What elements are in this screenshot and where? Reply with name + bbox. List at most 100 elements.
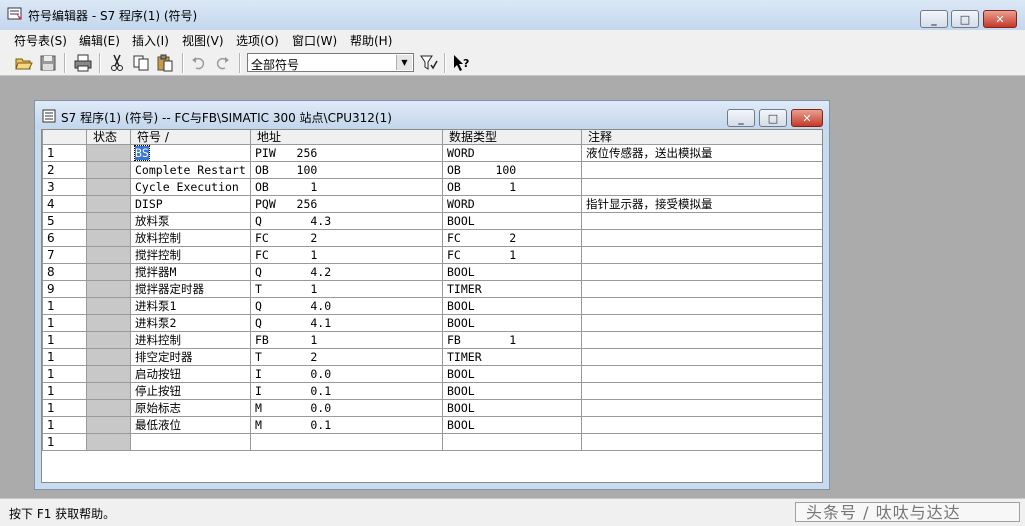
data-type-cell[interactable]: TIMER bbox=[442, 280, 582, 298]
selected-symbol-text[interactable]: BS bbox=[134, 145, 150, 161]
status-cell[interactable] bbox=[86, 314, 131, 332]
table-row[interactable]: 1 停止按钮 I 0.1 BOOL bbox=[42, 382, 822, 400]
symbol-cell[interactable]: 启动按钮 bbox=[130, 365, 251, 383]
row-number-cell[interactable]: 2 bbox=[42, 161, 87, 179]
table-row[interactable]: 6 放料控制 FC 2 FC 2 bbox=[42, 229, 822, 247]
symbol-cell[interactable] bbox=[130, 433, 251, 451]
menu-symbol-table[interactable]: 符号表(S) bbox=[14, 32, 67, 49]
symbol-cell[interactable]: 进料泵2 bbox=[130, 314, 251, 332]
address-cell[interactable]: FB 1 bbox=[250, 331, 443, 349]
status-cell[interactable] bbox=[86, 348, 131, 366]
row-number-cell[interactable]: 1 bbox=[42, 331, 87, 349]
address-cell[interactable]: T 2 bbox=[250, 348, 443, 366]
data-type-cell[interactable]: OB 100 bbox=[442, 161, 582, 179]
data-type-cell[interactable]: FB 1 bbox=[442, 331, 582, 349]
status-cell[interactable] bbox=[86, 263, 131, 281]
status-cell[interactable] bbox=[86, 195, 131, 213]
data-type-cell[interactable]: BOOL bbox=[442, 297, 582, 315]
symbol-cell[interactable]: 进料控制 bbox=[130, 331, 251, 349]
status-cell[interactable] bbox=[86, 280, 131, 298]
column-header-comment[interactable]: 注释 bbox=[581, 130, 822, 145]
comment-cell[interactable] bbox=[581, 365, 822, 383]
child-minimize-button[interactable]: _ bbox=[727, 109, 755, 127]
menu-help[interactable]: 帮助(H) bbox=[350, 32, 392, 49]
child-maximize-button[interactable]: □ bbox=[759, 109, 787, 127]
menu-view[interactable]: 视图(V) bbox=[182, 32, 224, 49]
address-cell[interactable]: Q 4.3 bbox=[250, 212, 443, 230]
row-number-cell[interactable]: 1 bbox=[42, 416, 87, 434]
address-cell[interactable]: Q 4.2 bbox=[250, 263, 443, 281]
data-type-cell[interactable]: BOOL bbox=[442, 314, 582, 332]
symbol-cell[interactable]: 原始标志 bbox=[130, 399, 251, 417]
child-title-bar[interactable]: S7 程序(1) (符号) -- FC与FB\SIMATIC 300 站点\CP… bbox=[35, 101, 829, 129]
table-row[interactable]: 8 搅拌器M Q 4.2 BOOL bbox=[42, 263, 822, 281]
data-type-cell[interactable]: FC 1 bbox=[442, 246, 582, 264]
table-row[interactable]: 9 搅拌器定时器 T 1 TIMER bbox=[42, 280, 822, 298]
comment-cell[interactable] bbox=[581, 161, 822, 179]
table-row[interactable]: 1 进料泵2 Q 4.1 BOOL bbox=[42, 314, 822, 332]
copy-icon[interactable] bbox=[131, 53, 151, 73]
comment-cell[interactable] bbox=[581, 433, 822, 451]
row-number-cell[interactable]: 3 bbox=[42, 178, 87, 196]
close-button[interactable]: ✕ bbox=[983, 10, 1017, 28]
row-number-cell[interactable]: 1 bbox=[42, 399, 87, 417]
row-number-cell[interactable]: 6 bbox=[42, 229, 87, 247]
comment-cell[interactable] bbox=[581, 416, 822, 434]
status-cell[interactable] bbox=[86, 178, 131, 196]
paste-icon[interactable] bbox=[155, 53, 175, 73]
row-number-cell[interactable]: 1 bbox=[42, 314, 87, 332]
data-type-cell[interactable]: WORD bbox=[442, 195, 582, 213]
symbol-cell[interactable]: 停止按钮 bbox=[130, 382, 251, 400]
symbol-cell[interactable]: 最低液位 bbox=[130, 416, 251, 434]
address-cell[interactable]: Q 4.1 bbox=[250, 314, 443, 332]
table-row[interactable]: 2 Complete Restart OB 100 OB 100 bbox=[42, 161, 822, 179]
table-row[interactable]: 1 最低液位 M 0.1 BOOL bbox=[42, 416, 822, 434]
status-cell[interactable] bbox=[86, 161, 131, 179]
menu-insert[interactable]: 插入(I) bbox=[132, 32, 169, 49]
comment-cell[interactable] bbox=[581, 263, 822, 281]
address-cell[interactable]: PQW 256 bbox=[250, 195, 443, 213]
data-type-cell[interactable]: BOOL bbox=[442, 399, 582, 417]
data-type-cell[interactable] bbox=[442, 433, 582, 451]
symbol-cell[interactable]: 放料泵 bbox=[130, 212, 251, 230]
status-cell[interactable] bbox=[86, 246, 131, 264]
status-cell[interactable] bbox=[86, 382, 131, 400]
symbol-cell[interactable]: 搅拌器定时器 bbox=[130, 280, 251, 298]
table-row[interactable]: 1 启动按钮 I 0.0 BOOL bbox=[42, 365, 822, 383]
table-row[interactable]: 5 放料泵 Q 4.3 BOOL bbox=[42, 212, 822, 230]
open-icon[interactable] bbox=[14, 53, 34, 73]
column-header-data-type[interactable]: 数据类型 bbox=[442, 130, 582, 145]
row-number-cell[interactable]: 1 bbox=[42, 433, 87, 451]
row-number-cell[interactable]: 9 bbox=[42, 280, 87, 298]
data-type-cell[interactable]: BOOL bbox=[442, 212, 582, 230]
comment-cell[interactable]: 指针显示器，接受模拟量 bbox=[581, 195, 822, 213]
data-type-cell[interactable]: BOOL bbox=[442, 365, 582, 383]
status-cell[interactable] bbox=[86, 229, 131, 247]
status-cell[interactable] bbox=[86, 433, 131, 451]
status-cell[interactable] bbox=[86, 144, 131, 162]
address-cell[interactable]: OB 100 bbox=[250, 161, 443, 179]
table-row[interactable]: 1 排空定时器 T 2 TIMER bbox=[42, 348, 822, 366]
comment-cell[interactable] bbox=[581, 229, 822, 247]
column-header-status[interactable]: 状态 bbox=[86, 130, 131, 145]
data-type-cell[interactable]: BOOL bbox=[442, 382, 582, 400]
row-number-cell[interactable]: 1 bbox=[42, 348, 87, 366]
symbol-table-grid[interactable]: 状态 符号 / 地址 数据类型 注释 1 BS PIW 256 WORD 液位传感器，送… bbox=[41, 129, 823, 483]
comment-cell[interactable]: 液位传感器，送出模拟量 bbox=[581, 144, 822, 162]
help-pointer-icon[interactable]: ? bbox=[452, 53, 472, 73]
address-cell[interactable]: M 0.1 bbox=[250, 416, 443, 434]
data-type-cell[interactable]: WORD bbox=[442, 144, 582, 162]
data-type-cell[interactable]: OB 1 bbox=[442, 178, 582, 196]
comment-cell[interactable] bbox=[581, 348, 822, 366]
address-cell[interactable]: FC 2 bbox=[250, 229, 443, 247]
minimize-button[interactable]: _ bbox=[920, 10, 948, 28]
symbol-cell[interactable]: 排空定时器 bbox=[130, 348, 251, 366]
status-cell[interactable] bbox=[86, 365, 131, 383]
row-number-cell[interactable]: 1 bbox=[42, 382, 87, 400]
print-icon[interactable] bbox=[73, 53, 93, 73]
comment-cell[interactable] bbox=[581, 331, 822, 349]
symbol-cell[interactable]: Cycle Execution bbox=[130, 178, 251, 196]
menu-edit[interactable]: 编辑(E) bbox=[79, 32, 120, 49]
status-cell[interactable] bbox=[86, 416, 131, 434]
address-cell[interactable]: I 0.1 bbox=[250, 382, 443, 400]
